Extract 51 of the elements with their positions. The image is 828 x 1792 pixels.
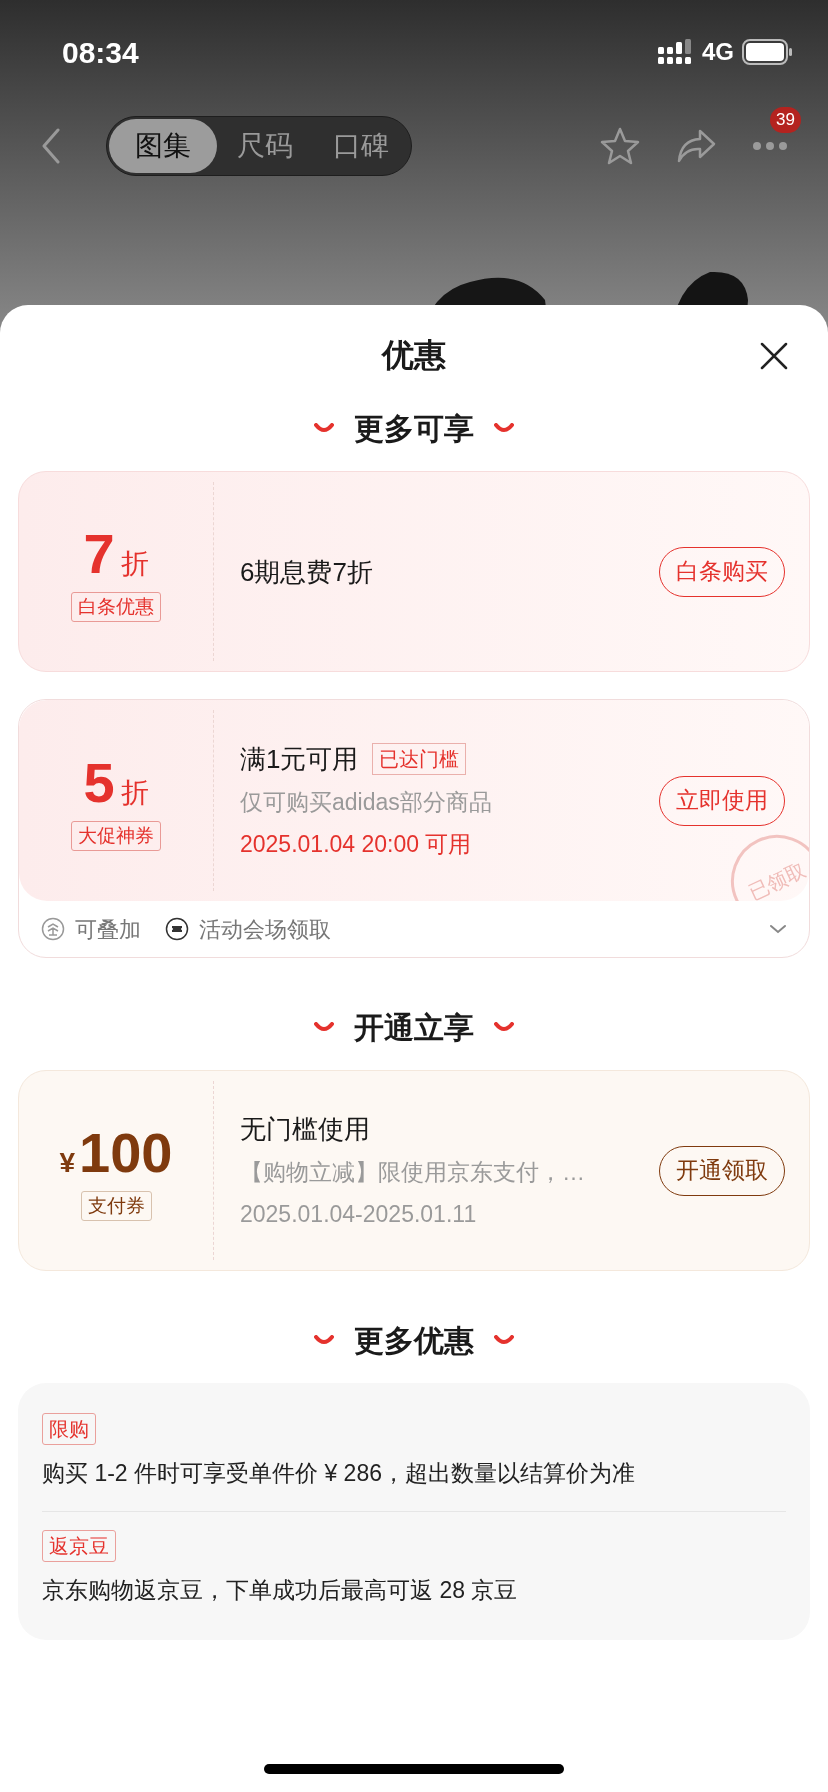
section-title: 更多可享 <box>354 410 474 447</box>
threshold-badge: 已达门槛 <box>372 742 467 775</box>
network-label: 4G <box>702 37 734 67</box>
coupon-value: 5 <box>83 750 115 815</box>
back-icon[interactable] <box>40 128 62 164</box>
star-icon[interactable] <box>600 126 640 166</box>
more-icon[interactable] <box>752 141 788 151</box>
coupon-title: 满1元可用 <box>240 742 359 776</box>
curve-icon <box>494 423 514 433</box>
coupon-tag: 支付券 <box>80 1190 152 1221</box>
battery-icon <box>742 39 792 65</box>
section-title: 开通立享 <box>354 1009 474 1046</box>
coupon-unit: 折 <box>120 775 149 810</box>
chevron-down-icon[interactable] <box>769 924 787 934</box>
close-icon[interactable] <box>760 342 788 370</box>
tab[interactable]: 口碑 <box>313 119 409 173</box>
coupon-tag: 大促神券 <box>71 820 161 851</box>
offer-tag: 限购 <box>42 1413 96 1445</box>
action-button[interactable]: 白条购买 <box>659 546 785 597</box>
coupon-value: 100 <box>79 1120 173 1185</box>
coupon-unit: 折 <box>120 546 149 581</box>
curve-icon <box>314 1022 334 1032</box>
action-button[interactable]: 开通领取 <box>659 1145 785 1196</box>
stack-icon <box>41 917 65 941</box>
curve-icon <box>314 1335 334 1345</box>
coupon-tag: 白条优惠 <box>71 591 161 622</box>
offer-tag: 返京豆 <box>42 1530 116 1562</box>
coupon-detail: 【购物立减】限使用京东支付，… <box>240 1157 586 1187</box>
tab[interactable]: 图集 <box>109 119 217 173</box>
coupon-value: 7 <box>83 521 115 586</box>
ticket-icon <box>165 917 189 941</box>
share-icon[interactable] <box>676 128 716 164</box>
coupon-detail: 2025.01.04 20:00 可用 <box>240 829 473 859</box>
coupon-title: 6期息费7折 <box>240 555 373 589</box>
coupon-title: 无门槛使用 <box>240 1112 370 1146</box>
signal-icon <box>658 39 694 65</box>
footer-label: 活动会场领取 <box>199 915 331 944</box>
offer-text: 购买 1-2 件时可享受单件价 ¥ 286，超出数量以结算价为准 <box>42 1459 635 1488</box>
currency-symbol: ¥ <box>59 1145 76 1180</box>
offer-text: 京东购物返京豆，下单成功后最高可返 28 京豆 <box>42 1576 518 1605</box>
coupon-detail: 2025.01.04-2025.01.11 <box>240 1199 478 1229</box>
status-time: 08:34 <box>62 34 139 71</box>
coupon-detail: 仅可购买adidas部分商品 <box>240 787 493 817</box>
sheet-title: 优惠 <box>382 336 446 375</box>
action-button[interactable]: 立即使用 <box>659 775 785 826</box>
footer-label: 可叠加 <box>75 915 141 944</box>
section-title: 更多优惠 <box>354 1322 474 1359</box>
curve-icon <box>494 1335 514 1345</box>
curve-icon <box>494 1022 514 1032</box>
tab[interactable]: 尺码 <box>217 119 313 173</box>
curve-icon <box>314 423 334 433</box>
